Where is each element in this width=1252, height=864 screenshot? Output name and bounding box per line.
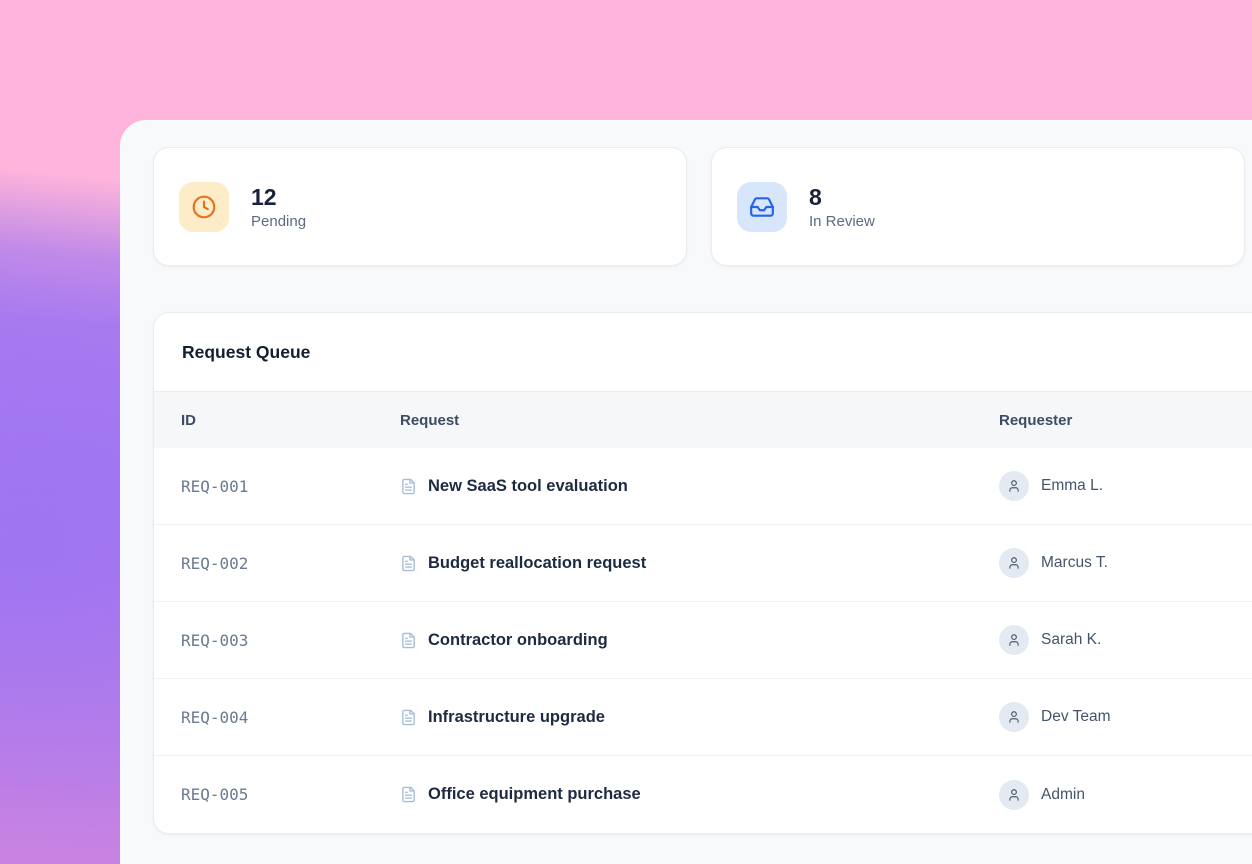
- requester-name: Sarah K.: [1041, 631, 1101, 649]
- requester-cell: Dev Team: [999, 702, 1252, 732]
- file-text-icon: [400, 709, 417, 726]
- avatar: [999, 471, 1029, 501]
- avatar: [999, 780, 1029, 810]
- requester-cell: Emma L.: [999, 471, 1252, 501]
- column-header-requester: Requester: [999, 412, 1252, 429]
- request-cell: New SaaS tool evaluation: [400, 477, 999, 496]
- requester-cell: Admin: [999, 780, 1252, 810]
- user-icon: [1007, 556, 1021, 570]
- request-title: Office equipment purchase: [428, 785, 641, 804]
- stats-row: 12 Pending 8 In Review: [153, 147, 1252, 266]
- request-queue-card: Request Queue ID Request Requester REQ-0…: [153, 312, 1252, 834]
- requester-cell: Marcus T.: [999, 548, 1252, 578]
- stat-text-block: 12 Pending: [251, 183, 306, 231]
- file-text-icon: [400, 555, 417, 572]
- request-title: Contractor onboarding: [428, 631, 608, 650]
- request-title: Budget reallocation request: [428, 554, 646, 573]
- table-title: Request Queue: [182, 342, 310, 363]
- request-title: Infrastructure upgrade: [428, 708, 605, 727]
- file-text-icon: [400, 786, 417, 803]
- requester-name: Admin: [1041, 786, 1085, 804]
- user-icon: [1007, 710, 1021, 724]
- table-row[interactable]: REQ-003 Contractor onboarding Sarah K.: [154, 602, 1252, 679]
- column-header-id: ID: [181, 412, 400, 429]
- request-cell: Contractor onboarding: [400, 631, 999, 650]
- column-header-request: Request: [400, 412, 999, 429]
- user-icon: [1007, 479, 1021, 493]
- inbox-icon: [749, 194, 775, 220]
- file-text-icon: [400, 478, 417, 495]
- pending-count: 12: [251, 183, 306, 212]
- user-icon: [1007, 788, 1021, 802]
- requester-name: Marcus T.: [1041, 554, 1108, 572]
- table-row[interactable]: REQ-004 Infrastructure upgrade Dev Team: [154, 679, 1252, 756]
- request-id: REQ-002: [181, 554, 400, 573]
- app-background: { "background": { "pink": "#ffb4db", "pu…: [0, 0, 1252, 864]
- avatar: [999, 702, 1029, 732]
- request-cell: Budget reallocation request: [400, 554, 999, 573]
- content-panel: 12 Pending 8 In Review Request Queue ID …: [120, 120, 1252, 864]
- table-body: REQ-001 New SaaS tool evaluation Emma L.…: [154, 448, 1252, 833]
- table-header-row: ID Request Requester: [154, 392, 1252, 448]
- table-title-row: Request Queue: [154, 313, 1252, 392]
- avatar: [999, 625, 1029, 655]
- stat-card-in-review: 8 In Review: [711, 147, 1245, 266]
- request-cell: Infrastructure upgrade: [400, 708, 999, 727]
- in-review-count: 8: [809, 183, 875, 212]
- avatar: [999, 548, 1029, 578]
- pending-label: Pending: [251, 213, 306, 230]
- pending-icon-badge: [179, 182, 229, 232]
- request-cell: Office equipment purchase: [400, 785, 999, 804]
- in-review-label: In Review: [809, 213, 875, 230]
- requester-cell: Sarah K.: [999, 625, 1252, 655]
- stat-text-block: 8 In Review: [809, 183, 875, 231]
- in-review-icon-badge: [737, 182, 787, 232]
- user-icon: [1007, 633, 1021, 647]
- requester-name: Emma L.: [1041, 477, 1103, 495]
- clock-icon: [191, 194, 217, 220]
- request-title: New SaaS tool evaluation: [428, 477, 628, 496]
- request-id: REQ-005: [181, 785, 400, 804]
- request-id: REQ-004: [181, 708, 400, 727]
- request-id: REQ-001: [181, 477, 400, 496]
- file-text-icon: [400, 632, 417, 649]
- stat-card-pending: 12 Pending: [153, 147, 687, 266]
- table-row[interactable]: REQ-005 Office equipment purchase Admin: [154, 756, 1252, 833]
- requester-name: Dev Team: [1041, 708, 1111, 726]
- request-id: REQ-003: [181, 631, 400, 650]
- table-row[interactable]: REQ-001 New SaaS tool evaluation Emma L.: [154, 448, 1252, 525]
- table-row[interactable]: REQ-002 Budget reallocation request Marc…: [154, 525, 1252, 602]
